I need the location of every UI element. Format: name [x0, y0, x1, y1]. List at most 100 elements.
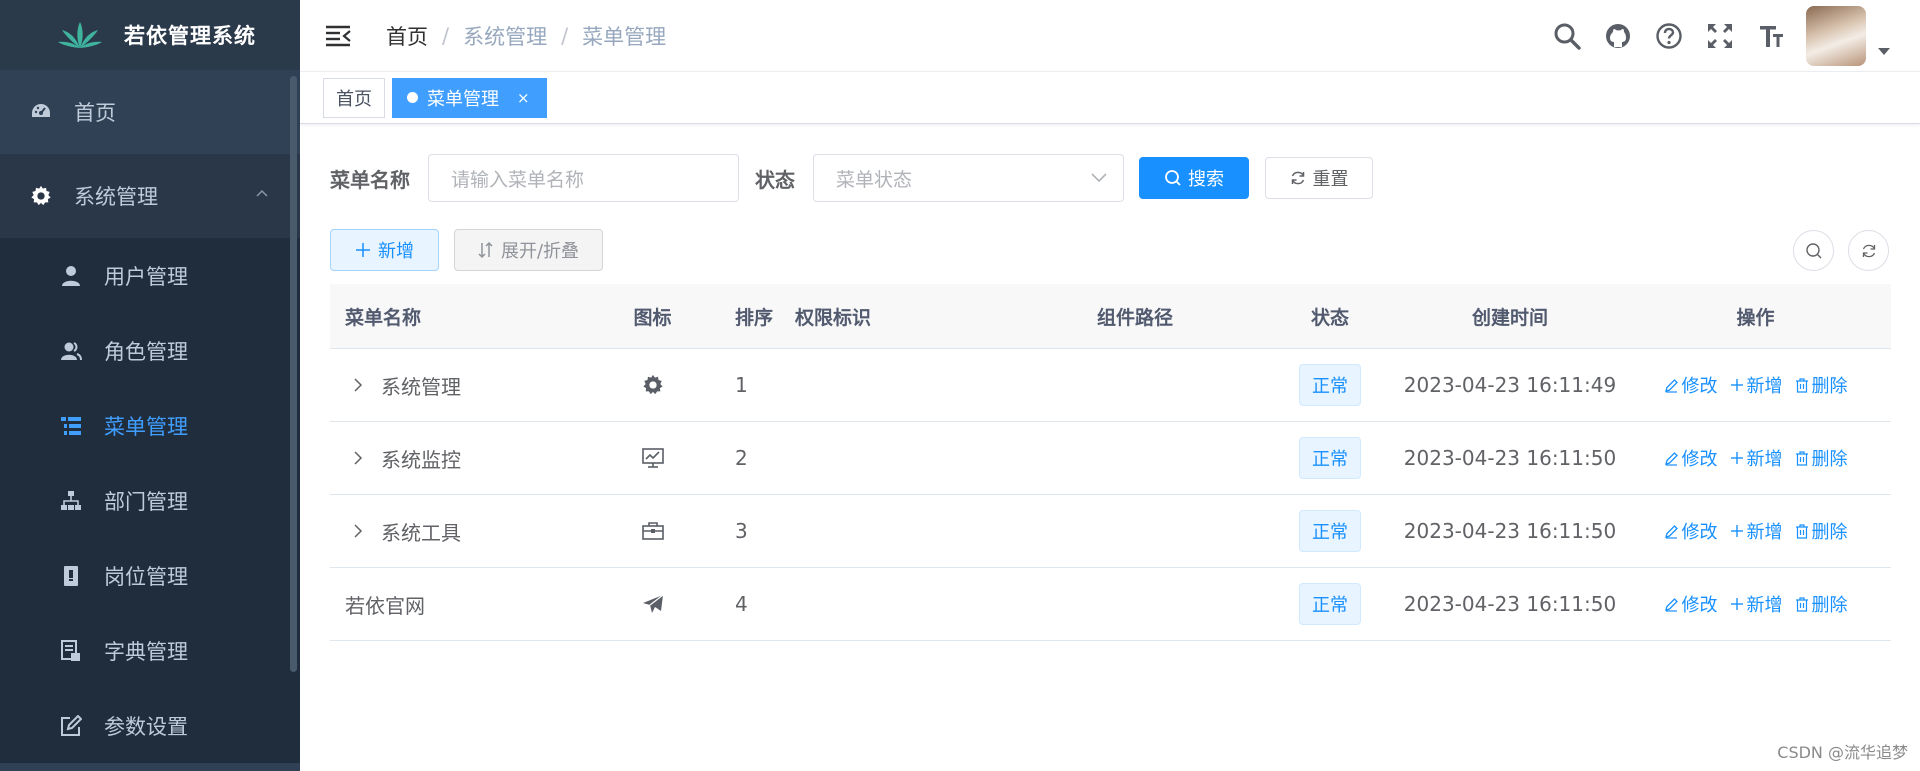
menu-name-input[interactable]: 请输入菜单名称: [428, 154, 739, 202]
sidebar-item-system[interactable]: 系统管理: [0, 154, 300, 238]
add-button-label: 新增: [378, 241, 414, 262]
expand-arrow-icon[interactable]: [353, 451, 367, 465]
sidebar-item-home[interactable]: 首页: [0, 70, 300, 154]
add-child-button[interactable]: 新增: [1730, 518, 1783, 544]
trash-icon: [1795, 523, 1808, 539]
trash-icon: [1795, 596, 1808, 612]
github-icon[interactable]: [1603, 21, 1633, 51]
column-header: 菜单名称: [345, 306, 422, 329]
menu-table: 菜单名称 图标 排序 权限标识 组件路径 状态 创建时间 操作 系统管理 1 正…: [330, 284, 1891, 641]
expand-collapse-button[interactable]: 展开/折叠: [454, 229, 603, 271]
ops-cell: 修改 新增 删除: [1620, 372, 1891, 398]
refresh-button[interactable]: [1848, 230, 1889, 271]
plus-icon: [1730, 379, 1743, 391]
sidebar-item-label: 角色管理: [104, 339, 188, 364]
sidebar-item-post[interactable]: 岗位管理: [0, 538, 300, 613]
navbar: 首页 / 系统管理 / 菜单管理: [300, 0, 1920, 72]
search-form: 菜单名称 请输入菜单名称 状态 菜单状态 搜索 重置: [330, 154, 1373, 202]
avatar[interactable]: [1806, 6, 1866, 66]
column-header: 状态: [1310, 306, 1349, 329]
sidebar-scrollbar[interactable]: [290, 76, 297, 672]
edit-button[interactable]: 修改: [1664, 591, 1718, 617]
breadcrumb-separator: /: [442, 23, 450, 48]
sidebar-item-label: 菜单管理: [104, 414, 188, 439]
delete-button[interactable]: 删除: [1795, 445, 1848, 471]
add-child-button[interactable]: 新增: [1730, 591, 1783, 617]
toggle-search-button[interactable]: [1793, 230, 1834, 271]
search-button-label: 搜索: [1188, 169, 1224, 190]
menu-icon-cell: [605, 594, 700, 614]
navbar-right: [1531, 0, 1890, 72]
delete-button[interactable]: 删除: [1795, 372, 1848, 398]
menu-name: 系统工具: [381, 520, 461, 545]
plus-icon: [1730, 525, 1743, 537]
menu-name-cell: 系统监控: [330, 444, 605, 473]
sidebar-item-config[interactable]: 参数设置: [0, 688, 300, 763]
expand-arrow-icon[interactable]: [353, 378, 367, 392]
breadcrumb-menu: 菜单管理: [582, 24, 667, 49]
sidebar-item-label: 字典管理: [104, 639, 188, 664]
add-button[interactable]: 新增: [330, 229, 439, 271]
tree-icon: [60, 490, 82, 512]
edit-button[interactable]: 修改: [1664, 372, 1718, 398]
question-icon[interactable]: [1654, 21, 1684, 51]
status-cell: 正常: [1260, 583, 1400, 625]
trash-icon: [1795, 450, 1808, 466]
sidebar-item-users[interactable]: 用户管理: [0, 238, 300, 313]
add-label: 新增: [1746, 522, 1783, 543]
delete-label: 删除: [1811, 595, 1848, 616]
plus-icon: [356, 243, 370, 257]
status-cell: 正常: [1260, 437, 1400, 479]
caret-down-icon[interactable]: [1878, 47, 1890, 55]
gear-icon: [642, 374, 663, 395]
sidebar-item-label: 系统管理: [74, 185, 158, 209]
column-header: 图标: [633, 306, 672, 329]
sidebar-item-label: 首页: [74, 101, 116, 125]
search-icon[interactable]: [1552, 21, 1582, 51]
tag-home[interactable]: 首页: [323, 77, 385, 118]
status-cell: 正常: [1260, 364, 1400, 406]
menu-icon-cell: [605, 374, 700, 396]
menu-name: 系统监控: [381, 447, 461, 472]
delete-button[interactable]: 删除: [1795, 591, 1848, 617]
created-cell: 2023-04-23 16:11:49: [1403, 373, 1617, 397]
edit-label: 修改: [1681, 522, 1718, 543]
add-child-button[interactable]: 新增: [1730, 372, 1783, 398]
column-header: 排序: [735, 306, 774, 329]
reset-button[interactable]: 重置: [1265, 157, 1373, 199]
order-cell: 1: [735, 373, 748, 397]
sidebar-item-label: 用户管理: [104, 264, 188, 289]
status-select[interactable]: 菜单状态: [813, 154, 1124, 202]
sidebar-item-dict[interactable]: 字典管理: [0, 613, 300, 688]
hamburger-icon[interactable]: [324, 22, 352, 50]
select-placeholder: 菜单状态: [836, 168, 913, 191]
delete-label: 删除: [1811, 522, 1848, 543]
add-child-button[interactable]: 新增: [1730, 445, 1783, 471]
ops-cell: 修改 新增 删除: [1620, 518, 1891, 544]
sidebar-logo[interactable]: 若依管理系统: [0, 0, 300, 70]
ops-cell: 修改 新增 删除: [1620, 445, 1891, 471]
sidebar-item-dept[interactable]: 部门管理: [0, 463, 300, 538]
delete-button[interactable]: 删除: [1795, 518, 1848, 544]
search-button[interactable]: 搜索: [1139, 157, 1249, 199]
status-badge: 正常: [1299, 510, 1361, 552]
submenu-system: 用户管理 角色管理 菜单管理 部门管理 岗位管理 字典管理 参数设置: [0, 238, 300, 763]
close-icon[interactable]: ×: [517, 89, 530, 107]
font-size-icon[interactable]: [1756, 21, 1786, 51]
tag-menu[interactable]: 菜单管理 ×: [392, 77, 547, 118]
edit-icon: [1664, 378, 1678, 393]
edit-button[interactable]: 修改: [1664, 518, 1718, 544]
column-header: 权限标识: [795, 306, 872, 329]
column-header: 组件路径: [1096, 306, 1173, 329]
sidebar-item-roles[interactable]: 角色管理: [0, 313, 300, 388]
chevron-up-icon: [256, 189, 268, 197]
toolbox-icon: [641, 522, 664, 540]
created-cell: 2023-04-23 16:11:50: [1403, 519, 1617, 543]
fullscreen-icon[interactable]: [1705, 21, 1735, 51]
dict-icon: [60, 639, 82, 662]
expand-arrow-icon[interactable]: [353, 524, 367, 538]
sidebar-item-menu[interactable]: 菜单管理: [0, 388, 300, 463]
edit-label: 修改: [1681, 449, 1718, 470]
edit-button[interactable]: 修改: [1664, 445, 1718, 471]
breadcrumb-home[interactable]: 首页: [386, 21, 428, 51]
